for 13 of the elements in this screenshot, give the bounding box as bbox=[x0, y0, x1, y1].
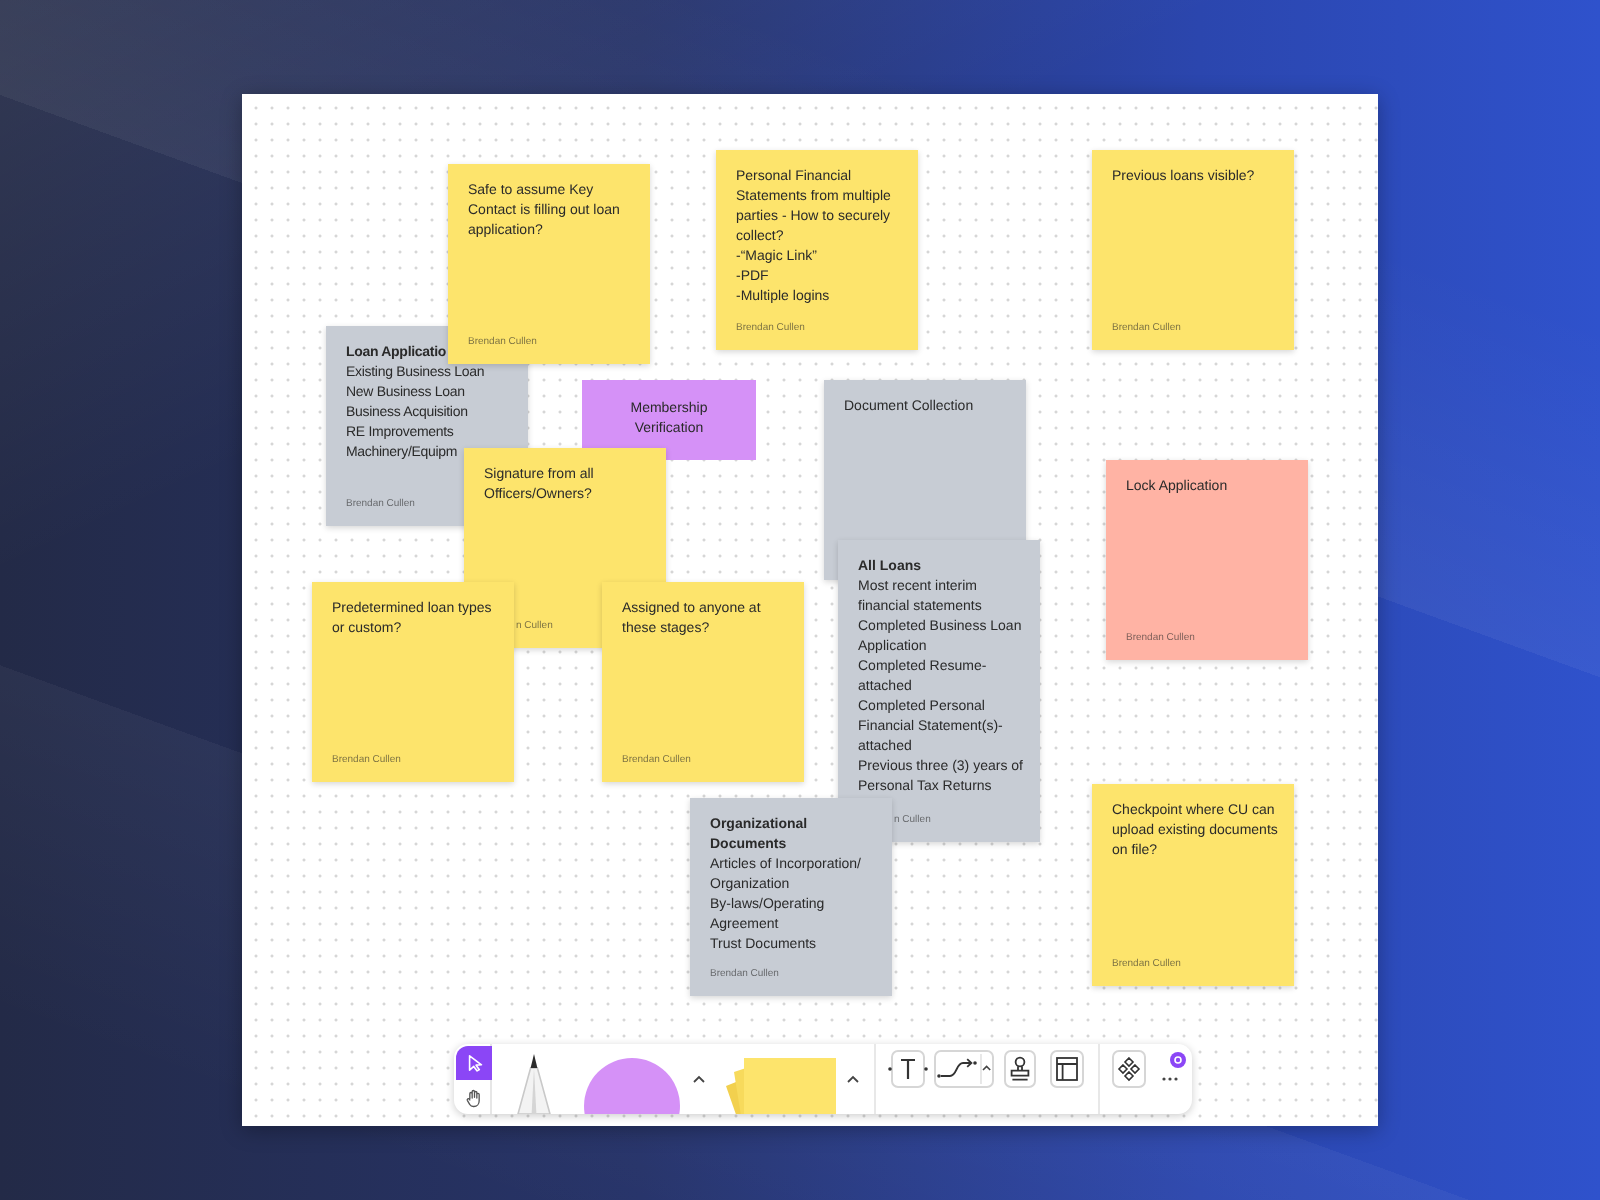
cursor-icon bbox=[465, 1054, 483, 1072]
marker-tool-icon[interactable] bbox=[514, 1054, 554, 1114]
text-tool-icon[interactable] bbox=[888, 1050, 928, 1088]
badge-icon bbox=[1170, 1052, 1186, 1068]
caret-icon[interactable] bbox=[692, 1074, 706, 1084]
select-tool-button[interactable] bbox=[456, 1046, 492, 1080]
more-icon[interactable] bbox=[1162, 1075, 1178, 1081]
frame-icon[interactable] bbox=[1050, 1050, 1084, 1088]
diamond-grid-icon[interactable] bbox=[1112, 1050, 1146, 1088]
connector-tool-icon[interactable] bbox=[934, 1050, 994, 1088]
hand-icon bbox=[464, 1087, 484, 1107]
caret-icon[interactable] bbox=[846, 1074, 860, 1084]
stamp-icon[interactable] bbox=[1004, 1050, 1036, 1088]
